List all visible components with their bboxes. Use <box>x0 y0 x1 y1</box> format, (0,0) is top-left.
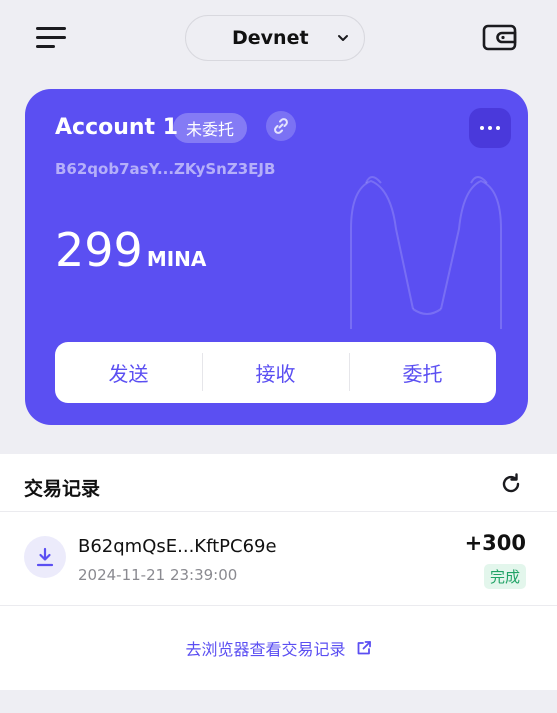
account-balance: 299 MINA <box>55 223 206 277</box>
delegate-button[interactable]: 委托 <box>349 342 496 403</box>
menu-icon[interactable] <box>36 26 66 50</box>
decorative-graphic <box>350 176 502 329</box>
balance-amount: 299 <box>55 223 143 277</box>
account-name: Account 1 <box>55 115 179 140</box>
balance-unit: MINA <box>146 247 207 271</box>
account-actions: 发送 接收 委托 <box>55 342 496 403</box>
external-link-icon <box>357 641 371 655</box>
explorer-link[interactable]: 去浏览器查看交易记录 <box>0 636 557 660</box>
refresh-icon[interactable] <box>499 472 523 496</box>
transaction-amount: +300 <box>464 531 526 555</box>
divider <box>0 605 557 606</box>
account-card: Account 1 未委托 B62qob7asY...ZKySnZ3EJB 29… <box>25 89 528 425</box>
transaction-row[interactable]: B62qmQsE...KftPC69e 2024-11-21 23:39:00 … <box>0 512 557 605</box>
app-header: Devnet <box>0 0 557 78</box>
transactions-title: 交易记录 <box>24 478 101 500</box>
wallet-icon[interactable] <box>482 22 517 52</box>
transaction-status-badge: 完成 <box>483 564 526 589</box>
delegation-status-badge: 未委托 <box>173 113 248 143</box>
account-address[interactable]: B62qob7asY...ZKySnZ3EJB <box>55 160 275 178</box>
chevron-down-icon <box>338 35 348 41</box>
transactions-section: 交易记录 B62qmQsE...KftPC69e 2024-11-21 23:3… <box>0 454 557 690</box>
explorer-link-label: 去浏览器查看交易记录 <box>185 640 346 659</box>
link-icon[interactable] <box>266 111 296 141</box>
receive-button[interactable]: 接收 <box>202 342 349 403</box>
receive-arrow-icon <box>24 536 66 578</box>
network-label: Devnet <box>232 27 309 49</box>
network-selector[interactable]: Devnet <box>185 15 365 61</box>
transaction-address: B62qmQsE...KftPC69e <box>78 536 277 557</box>
send-button[interactable]: 发送 <box>55 342 202 403</box>
more-options-icon[interactable] <box>469 108 511 148</box>
transaction-time: 2024-11-21 23:39:00 <box>78 566 238 584</box>
